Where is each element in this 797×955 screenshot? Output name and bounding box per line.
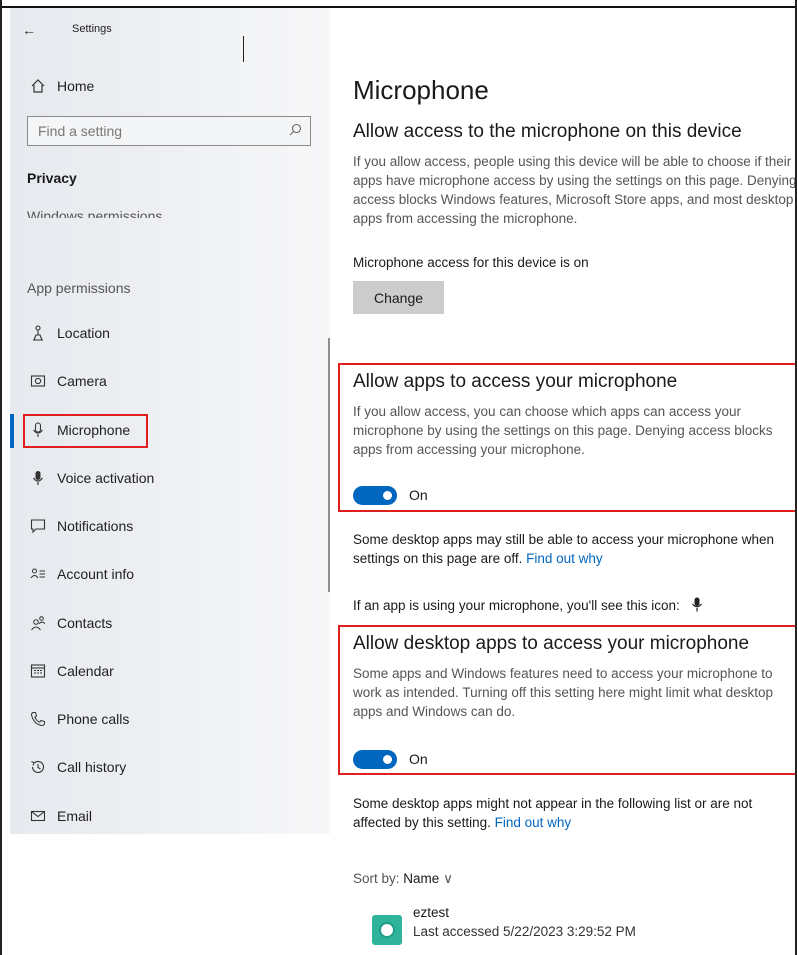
back-arrow-icon[interactable]: ← (22, 22, 36, 38)
section-title-privacy: Privacy (27, 170, 77, 186)
eztest-app-icon (372, 915, 402, 945)
sort-by-value: Name (403, 871, 440, 886)
text-cursor (243, 36, 244, 62)
search-input[interactable]: Find a setting (27, 116, 311, 146)
sidebar-item-call-history[interactable]: Call history (10, 751, 330, 785)
chevron-down-icon: ∨ (443, 871, 453, 886)
sidebar-item-label: Voice activation (57, 470, 155, 486)
sidebar-item-label: Phone calls (57, 711, 130, 727)
search-icon[interactable] (289, 123, 302, 139)
main-lower: Sort by: Name ∨ eztest Last accessed 5/2… (330, 0, 797, 955)
window-title: Settings (72, 23, 112, 35)
app-name: eztest (413, 905, 450, 920)
window-left-edge (0, 0, 2, 955)
sidebar-item-label: Notifications (57, 518, 134, 534)
camera-icon (28, 371, 48, 391)
sort-by-label: Sort by: (353, 871, 400, 886)
sidebar-item-phone-calls[interactable]: Phone calls (10, 703, 330, 737)
app-logo (379, 922, 395, 938)
sidebar-item-account-info[interactable]: Account info (10, 558, 330, 592)
sidebar-item-label: Calendar (57, 663, 114, 679)
sidebar-item-label: Home (57, 78, 95, 94)
sidebar-item-label: Call history (57, 759, 127, 775)
app-last-accessed: Last accessed 5/22/2023 3:29:52 PM (413, 924, 636, 939)
notifications-icon (28, 516, 48, 536)
sidebar-item-windows-permissions[interactable]: Windows permissions (27, 205, 162, 218)
sidebar-item-voice-activation[interactable]: Voice activation (10, 462, 330, 496)
sidebar-item-label: Account info (57, 566, 135, 582)
sidebar-item-label: Contacts (57, 615, 113, 631)
history-icon (28, 757, 48, 777)
location-icon (28, 323, 48, 343)
group-label-app-permissions: App permissions (27, 280, 131, 296)
phone-icon (28, 709, 48, 729)
contacts-icon (28, 613, 48, 633)
sidebar-item-contacts[interactable]: Contacts (10, 607, 330, 641)
home-icon (28, 76, 48, 96)
sidebar-item-calendar[interactable]: Calendar (10, 655, 330, 689)
search-placeholder: Find a setting (38, 123, 123, 139)
sidebar-item-home[interactable]: Home (10, 70, 330, 104)
calendar-icon (28, 661, 48, 681)
voice-activation-icon (28, 468, 48, 488)
sidebar-item-location[interactable]: Location (10, 317, 330, 351)
email-icon (28, 806, 48, 826)
sidebar-item-email[interactable]: Email (10, 800, 330, 834)
settings-sidebar: ← Settings Home Find a setting Privacy W… (10, 8, 330, 834)
sidebar-item-label: Location (57, 325, 110, 341)
selection-indicator (10, 414, 14, 448)
microphone-icon (28, 420, 48, 440)
sidebar-item-label: Camera (57, 373, 107, 389)
sidebar-item-label: Email (57, 808, 93, 824)
title-row: ← Settings (10, 20, 330, 42)
sidebar-item-camera[interactable]: Camera (10, 365, 330, 399)
sidebar-item-notifications[interactable]: Notifications (10, 510, 330, 544)
sidebar-item-microphone[interactable]: Microphone (10, 414, 330, 448)
sidebar-item-label: Microphone (57, 422, 131, 438)
sort-by-dropdown[interactable]: Sort by: Name ∨ (353, 871, 453, 887)
account-info-icon (28, 564, 48, 584)
